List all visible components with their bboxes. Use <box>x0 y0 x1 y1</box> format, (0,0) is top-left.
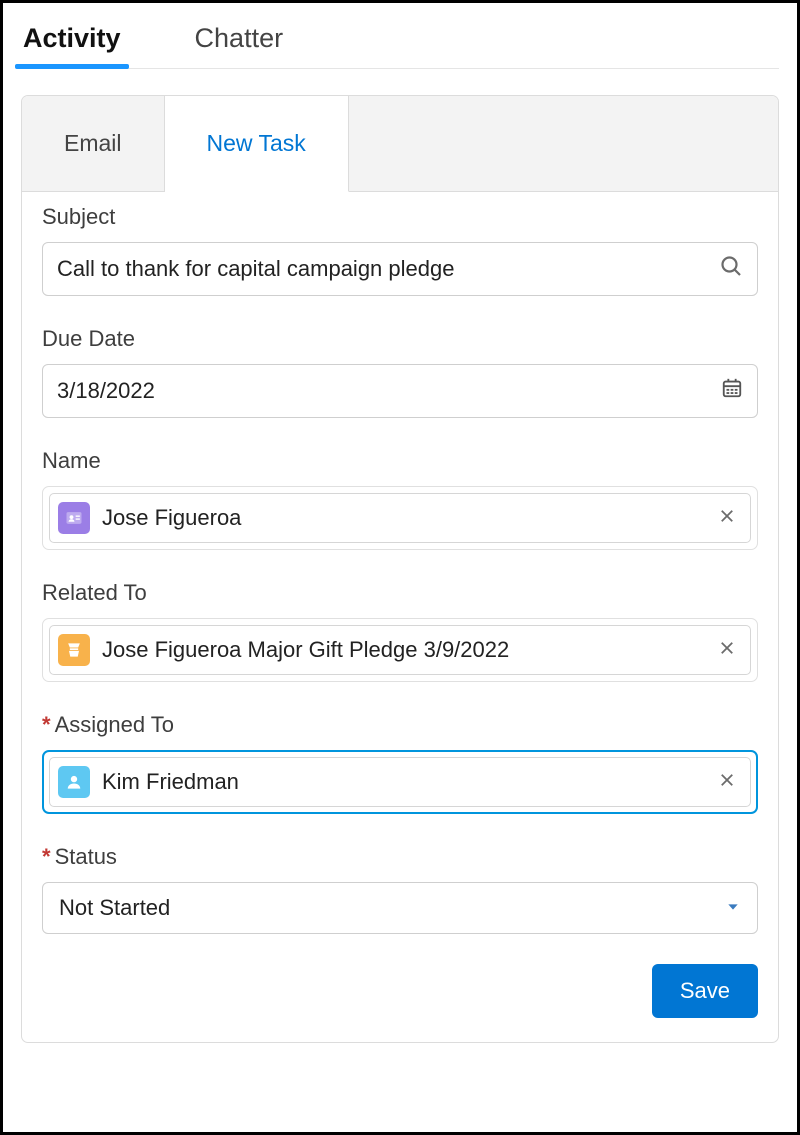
subject-input-wrap[interactable] <box>42 242 758 296</box>
related-to-lookup[interactable]: Jose Figueroa Major Gift Pledge 3/9/2022 <box>42 618 758 682</box>
status-select[interactable]: Not Started <box>42 882 758 934</box>
field-related-to: Related To Jose Figueroa Major Gift Pled… <box>42 580 758 682</box>
assigned-to-pill-text: Kim Friedman <box>102 769 239 795</box>
new-task-form: Subject Due Date <box>22 192 778 1042</box>
field-status: Status Not Started <box>42 844 758 934</box>
status-value: Not Started <box>59 895 170 921</box>
due-date-input-wrap[interactable] <box>42 364 758 418</box>
assigned-to-remove-icon[interactable] <box>718 771 736 793</box>
label-name: Name <box>42 448 758 474</box>
calendar-icon[interactable] <box>721 377 743 405</box>
related-to-pill-text: Jose Figueroa Major Gift Pledge 3/9/2022 <box>102 637 509 663</box>
tab-chatter[interactable]: Chatter <box>193 17 286 68</box>
field-name: Name Jose Figueroa <box>42 448 758 550</box>
save-button[interactable]: Save <box>652 964 758 1018</box>
due-date-input[interactable] <box>57 378 721 404</box>
field-due-date: Due Date <box>42 326 758 418</box>
activity-panel: Email New Task Subject Due Date <box>21 95 779 1043</box>
label-subject: Subject <box>42 204 758 230</box>
primary-tabs: Activity Chatter <box>21 17 779 69</box>
field-assigned-to: Assigned To Kim Friedman <box>42 712 758 814</box>
related-to-remove-icon[interactable] <box>718 639 736 661</box>
label-related-to: Related To <box>42 580 758 606</box>
name-remove-icon[interactable] <box>718 507 736 529</box>
tab-activity[interactable]: Activity <box>21 17 123 68</box>
subtab-email[interactable]: Email <box>22 96 165 191</box>
user-icon <box>58 766 90 798</box>
subject-input[interactable] <box>57 256 719 282</box>
contact-icon <box>58 502 90 534</box>
label-assigned-to: Assigned To <box>42 712 758 738</box>
field-subject: Subject <box>42 204 758 296</box>
search-icon[interactable] <box>719 254 743 284</box>
form-actions: Save <box>42 964 758 1018</box>
caret-down-icon <box>725 895 741 921</box>
label-status: Status <box>42 844 758 870</box>
opportunity-icon <box>58 634 90 666</box>
assigned-to-pill: Kim Friedman <box>49 757 751 807</box>
assigned-to-lookup[interactable]: Kim Friedman <box>42 750 758 814</box>
name-pill-text: Jose Figueroa <box>102 505 241 531</box>
label-due-date: Due Date <box>42 326 758 352</box>
related-to-pill: Jose Figueroa Major Gift Pledge 3/9/2022 <box>49 625 751 675</box>
subtab-new-task[interactable]: New Task <box>165 96 349 192</box>
sub-tabs: Email New Task <box>22 96 778 192</box>
name-pill: Jose Figueroa <box>49 493 751 543</box>
name-lookup[interactable]: Jose Figueroa <box>42 486 758 550</box>
